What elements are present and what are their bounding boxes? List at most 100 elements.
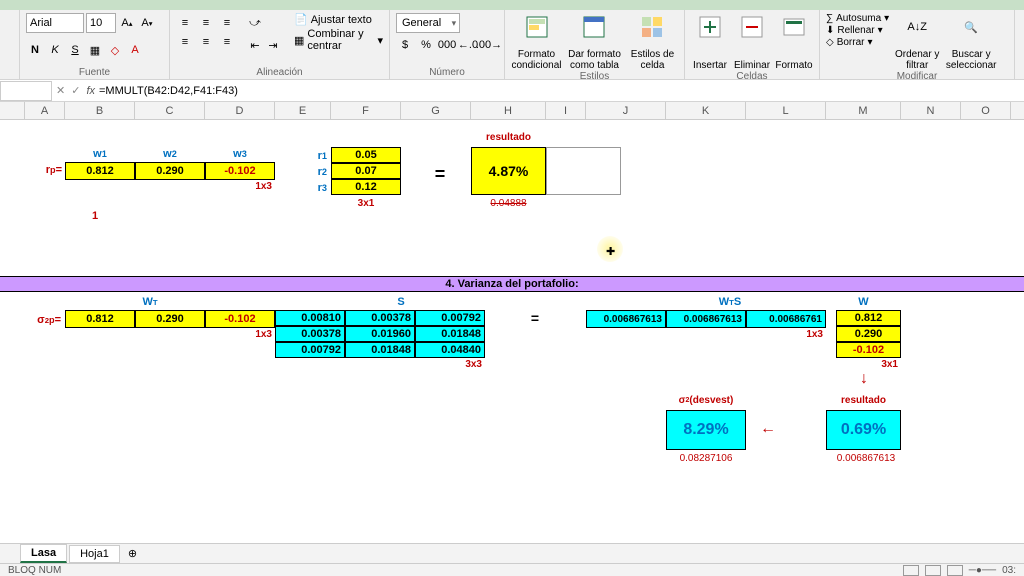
number-format-select[interactable]: General — [396, 13, 460, 33]
merge-center-button[interactable]: ▦ Combinar y centrar ▾ — [294, 28, 383, 52]
s-11[interactable]: 0.01960 — [345, 326, 415, 342]
zoom-slider[interactable]: ─●── — [969, 565, 996, 576]
comma-icon[interactable]: 000 — [438, 35, 456, 55]
border-button[interactable]: ▦ — [86, 40, 104, 60]
label-r2: r2 — [312, 166, 330, 178]
decrease-font-icon[interactable]: A▾ — [138, 13, 156, 33]
s-02[interactable]: 0.00792 — [415, 310, 485, 326]
cell-weight-3[interactable]: -0.102 — [205, 162, 275, 180]
cell-result-pct[interactable]: 4.87% — [471, 147, 546, 195]
page-break-icon[interactable] — [947, 565, 963, 576]
new-sheet-button[interactable]: ⊕ — [122, 545, 143, 562]
s-00[interactable]: 0.00810 — [275, 310, 345, 326]
format-button[interactable]: Formato — [775, 13, 813, 71]
increase-font-icon[interactable]: A▴ — [118, 13, 136, 33]
s-20[interactable]: 0.00792 — [275, 342, 345, 358]
insert-icon — [696, 15, 724, 39]
sheet-tab-hoja1[interactable]: Hoja1 — [69, 545, 120, 563]
label-dim-s2: 3x3 — [415, 359, 485, 370]
align-left-icon[interactable]: ≡ — [176, 32, 194, 52]
arrow-down-icon: ↓ — [860, 370, 868, 388]
italic-button[interactable]: K — [46, 40, 64, 60]
conditional-format-button[interactable]: Formato condicional — [511, 13, 562, 71]
fill-button[interactable]: ⬇ Rellenar ▾ — [826, 25, 889, 36]
status-left: BLOQ NUM — [8, 565, 61, 576]
fx-icon[interactable]: fx — [86, 85, 95, 97]
wts-2[interactable]: 0.00686761 — [746, 310, 826, 328]
cell-r3[interactable]: 0.12 — [331, 179, 401, 195]
label-dim2: 3x1 — [331, 198, 401, 209]
align-top-icon[interactable]: ≡ — [176, 13, 194, 33]
wrap-text-button[interactable]: 📄 Ajustar texto — [294, 13, 383, 26]
s-22[interactable]: 0.04840 — [415, 342, 485, 358]
sort-filter-icon: A↓Z — [903, 15, 931, 39]
wts-1[interactable]: 0.006867613 — [666, 310, 746, 328]
align-center-icon[interactable]: ≡ — [197, 32, 215, 52]
sheet-area[interactable]: w1 w2 w3 rp= 0.812 0.290 -0.102 1x3 1 r1… — [0, 120, 1024, 530]
modify-group-label: Modificar — [826, 71, 1008, 83]
label-one: 1 — [65, 210, 125, 222]
normal-view-icon[interactable] — [903, 565, 919, 576]
name-box[interactable] — [0, 81, 52, 101]
formula-input[interactable] — [99, 85, 499, 97]
percent-icon[interactable]: % — [417, 35, 435, 55]
cell-w2-1[interactable]: 0.812 — [65, 310, 135, 328]
fill-color-button[interactable]: ◇ — [106, 40, 124, 60]
wcol-0[interactable]: 0.812 — [836, 310, 901, 326]
font-color-button[interactable]: A — [126, 40, 144, 60]
wcol-1[interactable]: 0.290 — [836, 326, 901, 342]
formula-bar: ✕ ✓ fx — [0, 80, 1024, 102]
format-table-icon — [580, 15, 608, 39]
sheet-tab-bar: Lasa Hoja1 ⊕ — [0, 543, 1024, 563]
label-w1: w1 — [65, 148, 135, 160]
decrease-indent-icon[interactable]: ⇤ — [246, 35, 264, 55]
s-10[interactable]: 0.00378 — [275, 326, 345, 342]
label-r1: r1 — [312, 150, 330, 162]
sort-filter-button[interactable]: A↓Z Ordenar y filtrar — [893, 13, 941, 71]
orientation-icon[interactable]: ⤻ — [246, 13, 264, 33]
bold-button[interactable]: N — [26, 40, 44, 60]
cell-weight-2[interactable]: 0.290 — [135, 162, 205, 180]
cancel-formula-icon[interactable]: ✕ — [56, 84, 65, 97]
underline-button[interactable]: S — [66, 40, 84, 60]
align-middle-icon[interactable]: ≡ — [197, 13, 215, 33]
section-title: 4. Varianza del portafolio: — [0, 276, 1024, 292]
increase-decimal-icon[interactable]: ←.0 — [459, 35, 477, 55]
format-table-button[interactable]: Dar formato como tabla — [566, 13, 623, 71]
label-w3: w3 — [205, 148, 275, 160]
cell-weight-1[interactable]: 0.812 — [65, 162, 135, 180]
align-right-icon[interactable]: ≡ — [218, 32, 236, 52]
decrease-decimal-icon[interactable]: .00→ — [480, 35, 498, 55]
s-01[interactable]: 0.00378 — [345, 310, 415, 326]
cell-result2[interactable]: 0.69% — [826, 410, 901, 450]
font-group-label: Fuente — [26, 67, 163, 79]
s-21[interactable]: 0.01848 — [345, 342, 415, 358]
cell-w2-2[interactable]: 0.290 — [135, 310, 205, 328]
accept-formula-icon[interactable]: ✓ — [71, 84, 80, 97]
s-12[interactable]: 0.01848 — [415, 326, 485, 342]
font-name-select[interactable] — [26, 13, 84, 33]
column-headers[interactable]: AB CD EF GH IJ KL MN O — [0, 102, 1024, 120]
number-group-label: Número — [396, 67, 498, 79]
clear-button[interactable]: ◇ Borrar ▾ — [826, 37, 889, 48]
sheet-tab-lasa[interactable]: Lasa — [20, 544, 67, 563]
find-select-button[interactable]: 🔍 Buscar y seleccionar — [945, 13, 997, 71]
wts-0[interactable]: 0.006867613 — [586, 310, 666, 328]
font-size-select[interactable] — [86, 13, 116, 33]
delete-button[interactable]: Eliminar — [733, 13, 771, 71]
label-dim-s4: 3x1 — [836, 359, 901, 370]
autosum-button[interactable]: ∑ Autosuma ▾ — [826, 13, 889, 24]
cell-r2[interactable]: 0.07 — [331, 163, 401, 179]
increase-indent-icon[interactable]: ⇥ — [264, 35, 282, 55]
cell-w2-3[interactable]: -0.102 — [205, 310, 275, 328]
cell-r1[interactable]: 0.05 — [331, 147, 401, 163]
align-bottom-icon[interactable]: ≡ — [218, 13, 236, 33]
currency-icon[interactable]: $ — [396, 35, 414, 55]
label-resultado-1: resultado — [471, 132, 546, 143]
cell-styles-button[interactable]: Estilos de celda — [627, 13, 678, 71]
page-layout-icon[interactable] — [925, 565, 941, 576]
wcol-2[interactable]: -0.102 — [836, 342, 901, 358]
insert-button[interactable]: Insertar — [691, 13, 729, 71]
cell-styles-icon — [638, 15, 666, 39]
cell-desvest[interactable]: 8.29% — [666, 410, 746, 450]
